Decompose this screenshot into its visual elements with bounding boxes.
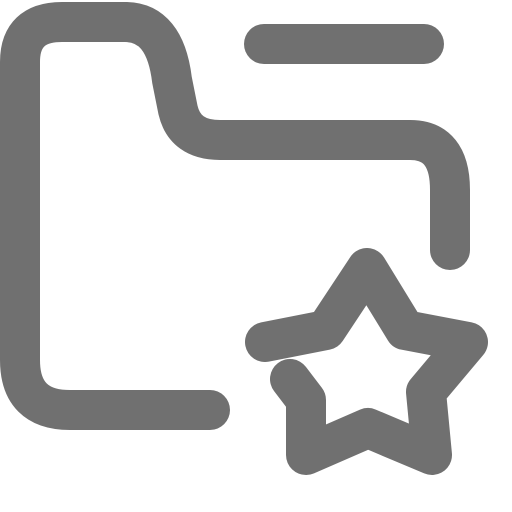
folder-body-icon <box>0 2 470 430</box>
icon-canvas <box>0 0 512 512</box>
folder-star-icon <box>0 2 488 475</box>
star-icon <box>245 248 488 475</box>
